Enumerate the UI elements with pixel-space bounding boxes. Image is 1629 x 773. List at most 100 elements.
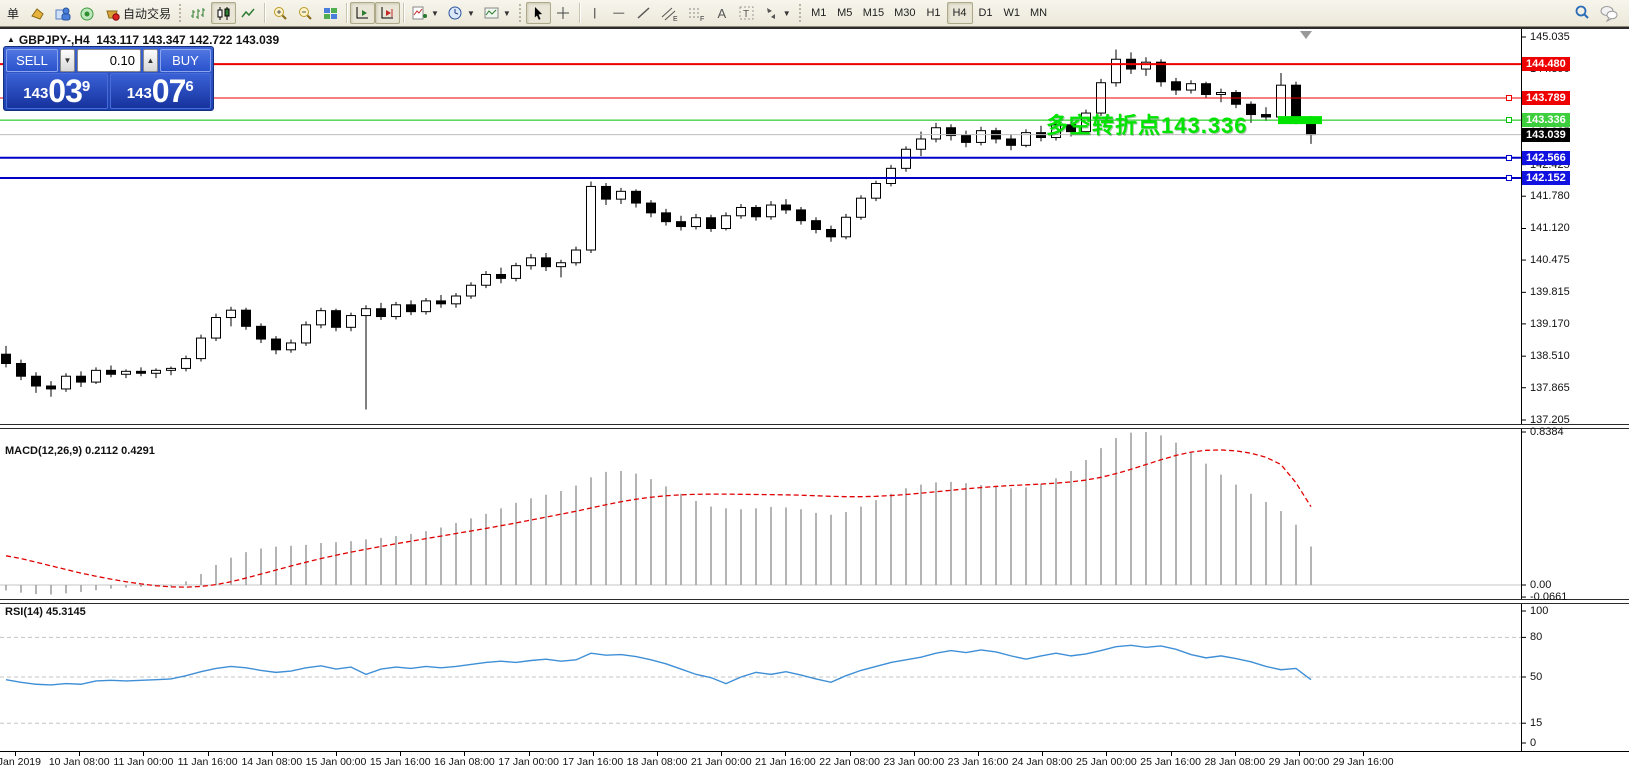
price-level-badge[interactable]: 142.566 [1522,151,1570,165]
chart-line-icon[interactable] [236,2,261,24]
chat-icon[interactable] [1595,2,1623,24]
candle-bull [1112,59,1121,82]
chart-candles-icon[interactable] [211,2,236,24]
candle-bear [2,354,11,363]
candle-bear [1037,133,1046,138]
line-handle[interactable] [1506,175,1512,181]
candle-bull [92,370,101,382]
price-level-badge[interactable]: 144.480 [1522,57,1570,71]
pane-separator-rsi[interactable] [0,599,1629,604]
sell-quote[interactable]: 143039 [6,73,108,109]
lot-decrease-button[interactable]: ▼ [60,49,75,72]
candle-bull [347,316,356,328]
new-order-button[interactable]: 单 [1,2,25,24]
timeframe-mn[interactable]: MN [1025,2,1052,24]
candle-bear [1202,84,1211,95]
new-chart-icon[interactable] [25,2,50,24]
time-axis-label: 16 Jan 08:00 [434,756,495,768]
auto-scroll-icon[interactable] [350,2,375,24]
timeframe-m30[interactable]: M30 [889,2,920,24]
periods-button[interactable]: ▼ [443,2,479,24]
crosshair-icon[interactable] [551,2,576,24]
horizontal-line-icon[interactable]: — [607,2,631,24]
time-axis-label: 15 Jan 16:00 [370,756,431,768]
macd-label: MACD(12,26,9) 0.2112 0.4291 [5,445,155,457]
sell-button[interactable]: SELL [6,49,58,72]
candle-bull [572,250,581,263]
time-axis-tick [272,752,273,756]
channel-icon[interactable]: E [656,2,683,24]
collapse-triangle-icon[interactable]: ▲ [7,35,15,44]
time-axis-tick [400,752,401,756]
zoom-out-icon[interactable] [293,2,318,24]
candle-bear [647,203,656,213]
candle-bear [107,370,116,374]
lot-increase-button[interactable]: ▲ [143,49,158,72]
clock-icon [447,5,464,22]
candle-bull [557,263,566,267]
price-level-badge[interactable]: 143.789 [1522,91,1570,105]
line-handle[interactable] [1506,95,1512,101]
search-icon[interactable] [1569,2,1595,24]
toolbar: 单 自动交易 ▼ ▼ ▼ | — E F A T ▼ M [0,0,1629,27]
timeframe-m1[interactable]: M1 [806,2,832,24]
chart-shift-icon[interactable] [375,2,400,24]
arrows-button[interactable]: ▼ [759,2,795,24]
zoom-in-icon[interactable] [268,2,293,24]
timeframe-w1[interactable]: W1 [999,2,1026,24]
cursor-icon[interactable] [526,2,551,24]
autotrading-button[interactable]: 自动交易 [100,2,175,24]
indicators-button[interactable]: ▼ [407,2,443,24]
macd-tick-label: -0.0661 [1530,591,1567,603]
candle-bull [527,258,536,266]
symbol-name: GBPJPY-,H4 [19,33,90,47]
time-axis-label: 25 Jan 00:00 [1076,756,1137,768]
candle-bull [422,301,431,312]
time-axis-tick [464,752,465,756]
price-level-badge[interactable]: 142.152 [1522,171,1570,185]
time-axis-tick [15,752,16,756]
timeframe-m5[interactable]: M5 [832,2,858,24]
profile-icon[interactable] [50,2,75,24]
candle-bear [662,213,671,222]
text-label-icon[interactable]: T [734,2,759,24]
price-tick-label: 140.475 [1530,254,1570,266]
price-level-badge[interactable]: 143.336 [1522,113,1570,127]
timeframe-m15[interactable]: M15 [858,2,889,24]
candle-bull [932,128,941,139]
trendline-icon[interactable] [631,2,656,24]
price-level-badge[interactable]: 143.039 [1522,128,1570,142]
timeframe-h4[interactable]: H4 [947,2,973,24]
candle-bear [257,326,266,339]
timeframe-d1[interactable]: D1 [973,2,999,24]
timeframe-toolbar: M1M5M15M30H1H4D1W1MN [806,2,1052,24]
candle-bear [47,386,56,389]
time-axis-tick [1235,752,1236,756]
templates-button[interactable]: ▼ [479,2,515,24]
candle-bear [542,258,551,267]
pane-separator-macd[interactable] [0,424,1629,429]
annotation-text[interactable]: 多空转折点143.336 [1046,108,1248,140]
rsi-tick-label: 80 [1530,631,1542,643]
price-tick-label: 145.035 [1530,31,1570,43]
candle-bear [962,136,971,143]
timeframe-h1[interactable]: H1 [921,2,947,24]
line-handle[interactable] [1506,117,1512,123]
text-icon[interactable]: A [710,2,734,24]
fibonacci-icon[interactable]: F [683,2,710,24]
line-handle[interactable] [1506,155,1512,161]
time-axis-label: 11 Jan 00:00 [113,756,173,768]
candle-bear [407,305,416,312]
tile-windows-icon[interactable] [318,2,343,24]
separator [403,3,404,23]
svg-text:E: E [673,16,678,22]
vertical-line-icon[interactable]: | [583,2,607,24]
candle-bull [902,149,911,168]
chart-bars-icon[interactable] [186,2,211,24]
time-axis-border [0,751,1629,752]
buy-quote[interactable]: 143076 [110,73,212,109]
candle-bear [1007,139,1016,145]
time-axis-tick [208,752,209,756]
ping-icon[interactable] [75,2,100,24]
svg-text:T: T [743,9,749,20]
